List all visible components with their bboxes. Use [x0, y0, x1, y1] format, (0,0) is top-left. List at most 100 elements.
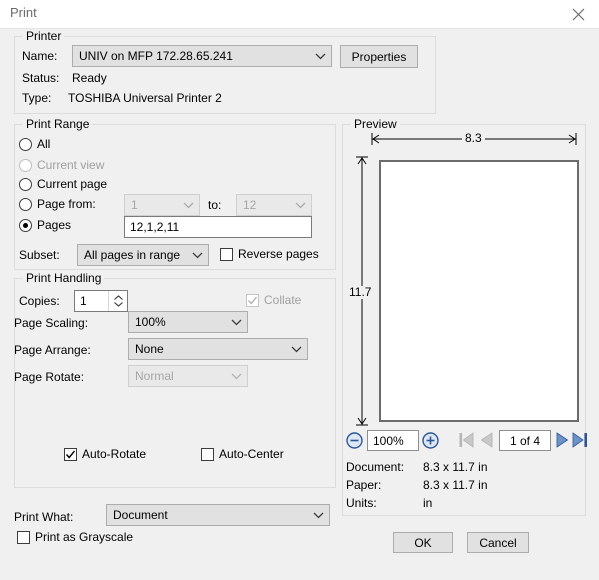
- print-what-label: Print What:: [14, 510, 74, 524]
- preview-paper-label: Paper:: [346, 478, 382, 492]
- radio-all-label: All: [37, 137, 51, 151]
- reverse-pages-checkbox[interactable]: Reverse pages: [220, 247, 319, 261]
- print-as-grayscale-checkbox[interactable]: Print as Grayscale: [17, 530, 133, 544]
- printer-name-combo[interactable]: UNIV on MFP 172.28.65.241: [72, 45, 332, 67]
- last-page-icon[interactable]: [572, 431, 588, 449]
- printer-properties-button[interactable]: Properties: [340, 45, 418, 68]
- collate-checkbox: Collate: [246, 293, 301, 307]
- pages-input-value: 12,1,2,11: [130, 220, 180, 234]
- page-rotate-value: Normal: [135, 369, 174, 383]
- page-scaling-combo[interactable]: 100%: [128, 311, 248, 333]
- reverse-pages-label: Reverse pages: [238, 247, 319, 261]
- subset-combo[interactable]: All pages in range: [77, 244, 209, 266]
- print-what-combo[interactable]: Document: [106, 504, 330, 526]
- first-page-icon[interactable]: [459, 431, 475, 449]
- auto-rotate-label: Auto-Rotate: [82, 447, 147, 461]
- page-from-value: 1: [131, 198, 138, 212]
- preview-units-label: Units:: [346, 496, 377, 510]
- collate-checkbox-mark: [246, 293, 259, 307]
- close-icon[interactable]: [557, 0, 599, 28]
- radio-current-view-label: Current view: [37, 158, 105, 172]
- printer-type-label: Type:: [22, 91, 52, 105]
- page-scaling-label: Page Scaling:: [14, 316, 89, 330]
- page-to-label: to:: [208, 198, 222, 212]
- radio-all[interactable]: All: [19, 137, 50, 151]
- previous-page-icon[interactable]: [480, 431, 494, 449]
- page-indicator-value: 1 of 4: [509, 433, 541, 448]
- preview-width-label: 8.3: [462, 132, 485, 145]
- radio-page-from[interactable]: Page from:: [19, 197, 96, 211]
- copies-stepper-buttons[interactable]: [108, 291, 127, 311]
- radio-pages-label: Pages: [37, 218, 72, 232]
- page-arrange-combo[interactable]: None: [128, 338, 308, 360]
- collate-label: Collate: [264, 293, 302, 307]
- chevron-down-icon: [225, 319, 247, 326]
- copies-label: Copies:: [19, 294, 60, 308]
- radio-current-view: Current view: [19, 158, 104, 172]
- page-arrange-value: None: [135, 342, 164, 356]
- radio-page-from-label: Page from:: [37, 197, 96, 211]
- printer-type-value: TOSHIBA Universal Printer 2: [68, 91, 222, 105]
- print-as-grayscale-checkbox-mark: [17, 530, 30, 544]
- printer-status-label: Status:: [22, 71, 60, 85]
- page-arrange-label: Page Arrange:: [14, 343, 91, 357]
- radio-current-page[interactable]: Current page: [19, 177, 107, 191]
- preview-paper: [379, 160, 579, 422]
- chevron-down-icon: [113, 302, 123, 307]
- radio-current-page-mark: [19, 177, 32, 191]
- preview-document-label: Document:: [346, 460, 405, 474]
- printer-group-legend: Printer: [23, 29, 65, 43]
- print-as-grayscale-label: Print as Grayscale: [35, 530, 134, 544]
- printer-name-value: UNIV on MFP 172.28.65.241: [79, 49, 233, 63]
- print-what-value: Document: [113, 508, 168, 522]
- zoom-value: 100%: [373, 433, 404, 448]
- zoom-out-icon[interactable]: [346, 432, 363, 449]
- cancel-button[interactable]: Cancel: [467, 532, 529, 553]
- window-title: Print: [10, 5, 37, 20]
- preview-paper-value: 8.3 x 11.7 in: [423, 478, 488, 492]
- page-rotate-combo: Normal: [128, 365, 248, 387]
- auto-center-checkbox-mark: [201, 447, 214, 461]
- printer-status-value: Ready: [72, 71, 107, 85]
- chevron-down-icon: [177, 202, 199, 209]
- radio-current-view-mark: [19, 158, 32, 172]
- ok-button[interactable]: OK: [393, 532, 453, 553]
- page-scaling-value: 100%: [135, 315, 166, 329]
- auto-rotate-checkbox[interactable]: Auto-Rotate: [64, 447, 146, 461]
- radio-page-from-mark: [19, 197, 32, 211]
- auto-rotate-checkbox-mark: [64, 447, 77, 461]
- print-range-group-legend: Print Range: [23, 117, 93, 131]
- print-handling-group-legend: Print Handling: [23, 271, 105, 285]
- subset-value: All pages in range: [84, 248, 181, 262]
- page-to-value: 12: [243, 198, 257, 212]
- chevron-down-icon: [225, 373, 247, 380]
- page-indicator-input[interactable]: 1 of 4: [499, 430, 551, 451]
- zoom-input[interactable]: 100%: [367, 430, 419, 451]
- radio-pages[interactable]: Pages: [19, 218, 71, 232]
- auto-center-label: Auto-Center: [219, 447, 284, 461]
- page-to-combo[interactable]: 12: [236, 194, 312, 216]
- zoom-in-icon[interactable]: [422, 432, 439, 449]
- radio-all-mark: [19, 137, 32, 151]
- copies-value: 1: [80, 294, 87, 308]
- reverse-pages-checkbox-mark: [220, 247, 233, 261]
- subset-label: Subset:: [19, 248, 60, 262]
- chevron-down-icon: [186, 252, 208, 259]
- chevron-down-icon: [309, 53, 331, 60]
- next-page-icon[interactable]: [555, 431, 569, 449]
- chevron-down-icon: [289, 202, 311, 209]
- preview-document-value: 8.3 x 11.7 in: [423, 460, 488, 474]
- chevron-down-icon: [307, 512, 329, 519]
- chevron-down-icon: [285, 346, 307, 353]
- auto-center-checkbox[interactable]: Auto-Center: [201, 447, 284, 461]
- radio-pages-mark: [19, 218, 32, 232]
- title-bar: Print: [0, 0, 599, 29]
- page-rotate-label: Page Rotate:: [14, 370, 85, 384]
- printer-name-label: Name:: [22, 49, 58, 63]
- copies-stepper[interactable]: 1: [74, 290, 128, 312]
- page-from-combo[interactable]: 1: [124, 194, 200, 216]
- pages-input[interactable]: 12,1,2,11: [124, 216, 312, 238]
- preview-height-label: 11.7: [346, 286, 375, 299]
- preview-group-legend: Preview: [351, 117, 400, 131]
- preview-units-value: in: [423, 496, 433, 510]
